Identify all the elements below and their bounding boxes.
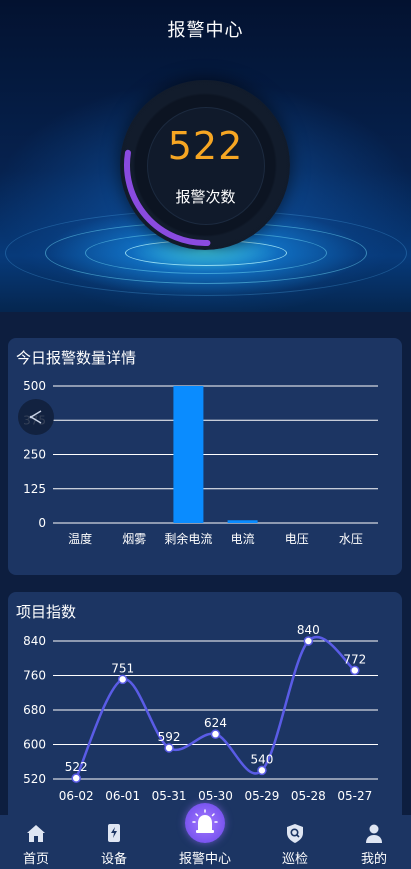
y-tick-label: 0 [38, 516, 46, 530]
y-tick-label: 250 [23, 448, 46, 462]
y-tick-label: 125 [23, 482, 46, 496]
home-icon [27, 825, 45, 842]
y-tick-label: 500 [23, 379, 46, 393]
x-tick-label: 剩余电流 [164, 531, 212, 546]
x-tick-label: 06-01 [105, 789, 140, 803]
share-button[interactable] [18, 399, 54, 435]
bar [227, 520, 258, 523]
data-label: 624 [204, 716, 227, 730]
x-tick-label: 烟雾 [122, 532, 146, 546]
x-tick-label: 06-02 [59, 789, 94, 803]
data-point [71, 773, 81, 783]
today-alarm-card: 今日报警数量详情 0125250375500温度烟雾剩余电流电流电压水压 [8, 338, 402, 575]
nav-label: 设备 [100, 852, 127, 867]
data-point [257, 765, 267, 776]
inspection-shield-icon [287, 824, 303, 843]
series-line [75, 636, 356, 779]
today-alarm-bar-chart: 0125250375500温度烟雾剩余电流电流电压水压 [23, 379, 378, 546]
x-tick-label: 05-30 [198, 789, 233, 803]
bar [173, 386, 204, 523]
x-tick-label: 温度 [68, 531, 92, 546]
nav-label: 首页 [22, 852, 49, 867]
alarm-count-label: 报警次数 [175, 188, 236, 206]
nav-label: 报警中心 [178, 852, 231, 867]
project-index-card: 项目指数 520 600 680 760 840 522 06-02 751 06-01 592 0… [8, 592, 402, 832]
data-label: 751 [111, 661, 134, 675]
nav-item-mine[interactable]: 我的 [344, 815, 404, 869]
data-point [164, 743, 174, 753]
alarm-light-icon [192, 809, 218, 833]
project-index-line-chart: 520 600 680 760 840 522 06-02 751 06-01 592 05-31 6… [23, 623, 378, 803]
nav-label: 巡检 [281, 852, 308, 867]
nav-item-device[interactable]: 设备 [84, 815, 144, 869]
data-point [303, 636, 314, 646]
data-label: 540 [250, 752, 273, 766]
data-point [210, 729, 221, 739]
data-point [117, 674, 128, 685]
y-tick-label: 840 [23, 634, 46, 648]
alarm-center-bubble[interactable] [185, 803, 225, 843]
data-label: 772 [343, 652, 366, 666]
share-icon [29, 410, 42, 424]
x-tick-label: 05-28 [291, 789, 326, 803]
alarm-count-value: 522 [167, 124, 244, 168]
y-tick-label: 520 [23, 772, 46, 786]
page-title: 报警中心 [167, 20, 244, 41]
data-label: 840 [297, 623, 320, 637]
nav-item-inspection[interactable]: 巡检 [265, 815, 325, 869]
device-icon [108, 824, 120, 842]
data-point [350, 665, 360, 676]
x-tick-label: 电压 [285, 532, 309, 546]
data-label: 522 [65, 760, 88, 774]
y-tick-label: 680 [23, 703, 46, 717]
nav-item-home[interactable]: 首页 [6, 815, 66, 869]
user-icon [366, 824, 382, 843]
x-tick-label: 05-31 [152, 789, 187, 803]
data-label: 592 [158, 730, 181, 744]
x-tick-label: 水压 [339, 532, 363, 546]
y-tick-label: 760 [23, 669, 46, 683]
hero-banner: 报警中心 522 报警次数 [0, 0, 411, 312]
y-tick-label: 600 [23, 738, 46, 752]
x-tick-label: 05-29 [244, 789, 279, 803]
x-tick-label: 电流 [231, 532, 255, 546]
nav-label: 我的 [360, 852, 387, 867]
x-tick-label: 05-27 [337, 789, 372, 803]
